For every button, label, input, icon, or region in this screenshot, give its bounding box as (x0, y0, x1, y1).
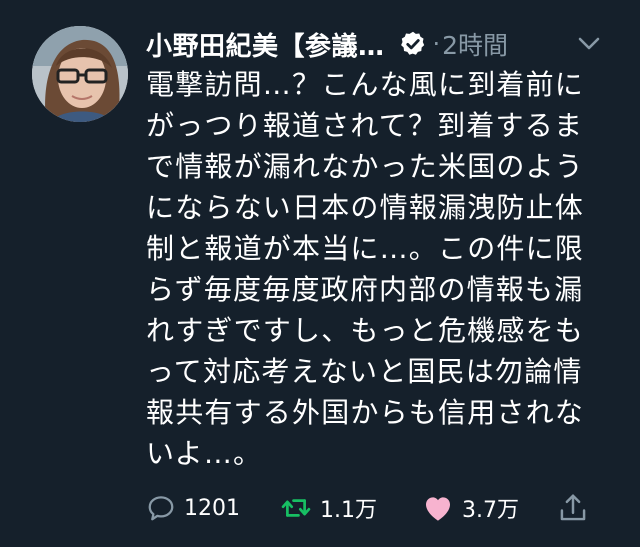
author-name[interactable]: 小野田紀美【参議… (146, 26, 385, 63)
tweet-text-line: って対応考えないと国民は勿論情 (146, 355, 583, 388)
retweet-button[interactable]: 1.1万 (280, 488, 377, 528)
retweet-icon (281, 499, 311, 517)
reply-button[interactable]: 1201 (146, 488, 240, 528)
tweet-text-line: で情報が漏れなかった米国のよう (146, 150, 585, 183)
tweet-text-line: 制と報道が本当に…。この件に限 (146, 232, 585, 265)
like-count: 3.7万 (462, 498, 519, 523)
share-button[interactable] (558, 488, 588, 528)
verified-badge-icon (400, 31, 424, 55)
tweet-text-line: らず毎度毎度政府内部の情報も漏 (146, 273, 584, 306)
chevron-down-icon[interactable] (576, 32, 602, 54)
avatar[interactable] (32, 26, 128, 122)
retweet-count: 1.1万 (320, 498, 377, 523)
tweet-header: 小野田紀美【参議… · 2時間 (146, 24, 616, 64)
tweet-actions: 1201 1.1万 3.7万 (146, 488, 606, 528)
heart-icon (426, 497, 450, 521)
avatar-image (32, 26, 128, 122)
reply-count: 1201 (184, 495, 240, 521)
tweet-text-line: れすぎですし、もっと危機感をも (146, 314, 585, 347)
tweet-timestamp[interactable]: 2時間 (442, 26, 508, 62)
tweet-text-line: がっつり報道されて？到着するま (146, 109, 584, 142)
tweet-card[interactable]: 小野田紀美【参議… · 2時間 電撃訪問…？こんな風に到着前に がっつり報道され… (0, 0, 640, 547)
separator-dot: · (432, 30, 441, 58)
reply-icon (148, 496, 174, 521)
tweet-text-line: 報共有する外国からも信用されな (146, 396, 585, 429)
tweet-text-line: 電撃訪問…？こんな風に到着前に (146, 68, 585, 101)
like-button[interactable]: 3.7万 (422, 488, 519, 528)
tweet-text-line: いよ…。 (146, 437, 263, 470)
tweet-text: 電撃訪問…？こんな風に到着前に がっつり報道されて？到着するま で情報が漏れなか… (146, 64, 616, 474)
share-icon (560, 494, 586, 521)
tweet-text-line: にならない日本の情報漏洩防止体 (146, 191, 585, 224)
